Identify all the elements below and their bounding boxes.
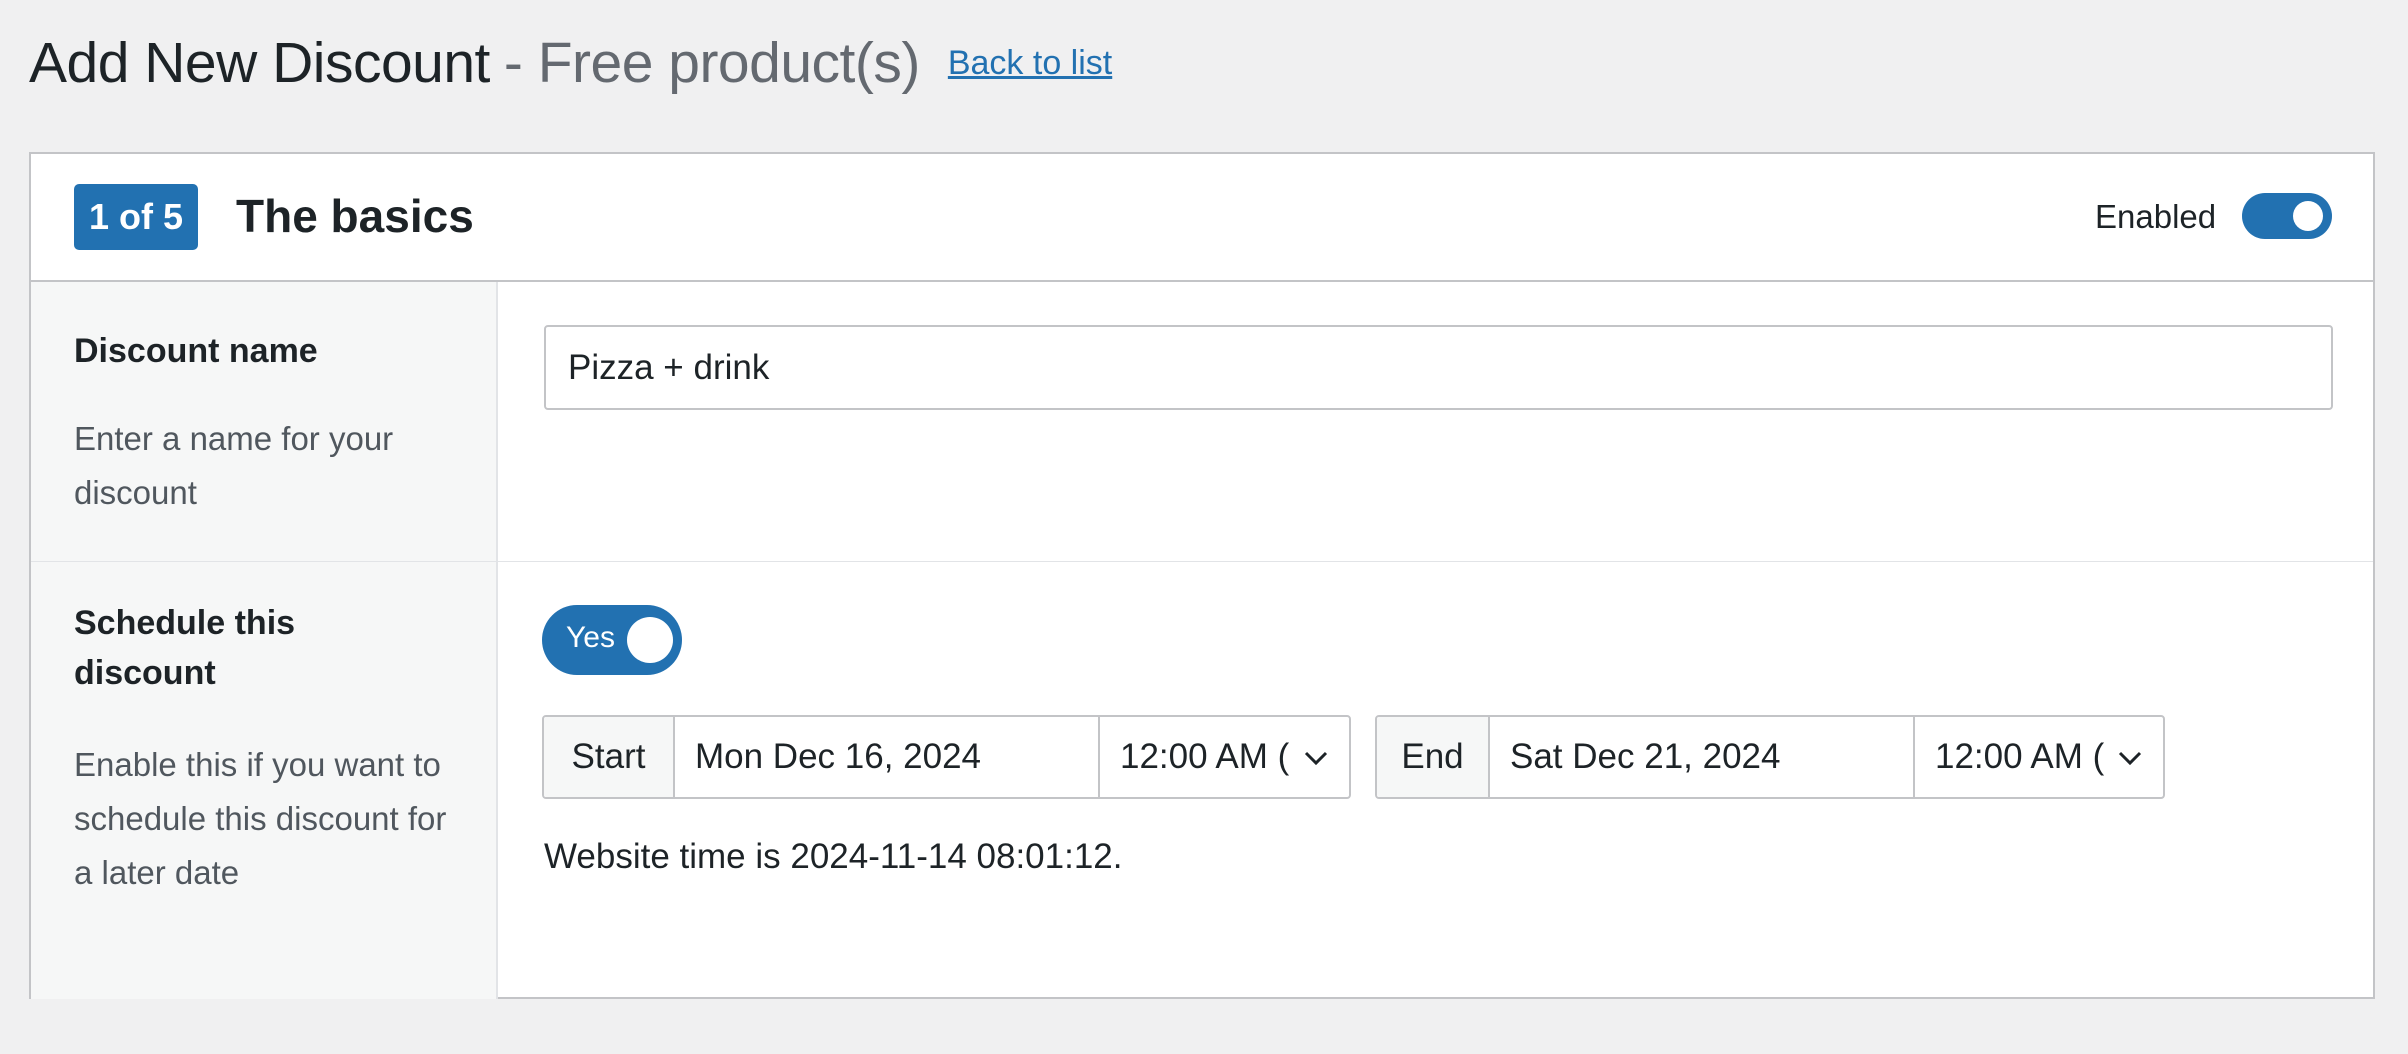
start-time-select[interactable]: 12:00 AM (	[1100, 717, 1349, 797]
page-subtitle: - Free product(s)	[503, 31, 920, 95]
discount-name-label: Discount name	[74, 332, 318, 370]
enabled-toggle[interactable]	[2242, 193, 2332, 239]
chevron-down-icon	[1304, 751, 1328, 766]
page-header: Add New Discount - Free product(s) Back …	[29, 30, 1112, 96]
start-date-input[interactable]: Mon Dec 16, 2024	[675, 717, 1100, 797]
discount-panel: 1 of 5 The basics Enabled Discount name …	[29, 152, 2375, 999]
schedule-description: Enable this if you want to schedule this…	[74, 746, 447, 891]
schedule-toggle-label: Yes	[566, 621, 615, 654]
toggle-knob	[2293, 201, 2323, 231]
discount-name-label-col: Discount name Enter a name for your disc…	[31, 282, 498, 561]
end-time-select[interactable]: 12:00 AM (	[1915, 717, 2163, 797]
enabled-label: Enabled	[2095, 198, 2217, 235]
section-title: The basics	[236, 190, 474, 242]
back-to-list-link[interactable]: Back to list	[948, 44, 1112, 83]
end-date-input[interactable]: Sat Dec 21, 2024	[1490, 717, 1915, 797]
schedule-toggle[interactable]: Yes	[542, 605, 682, 675]
chevron-down-icon	[2118, 751, 2142, 766]
end-addon: End	[1377, 717, 1490, 797]
schedule-label: Schedule this discount	[74, 604, 296, 692]
toggle-knob	[627, 617, 673, 663]
end-date-group: End Sat Dec 21, 2024 12:00 AM (	[1375, 715, 2165, 799]
discount-name-input[interactable]	[544, 325, 2333, 410]
start-addon: Start	[544, 717, 675, 797]
page-title: Add New Discount	[29, 31, 490, 95]
website-time: Website time is 2024-11-14 08:01:12.	[544, 837, 1123, 876]
schedule-label-col: Schedule this discount Enable this if yo…	[31, 562, 498, 999]
start-date-group: Start Mon Dec 16, 2024 12:00 AM (	[542, 715, 1351, 799]
schedule-row: Schedule this discount Enable this if yo…	[31, 562, 2373, 999]
discount-name-row: Discount name Enter a name for your disc…	[31, 282, 2373, 562]
discount-name-description: Enter a name for your discount	[74, 420, 394, 511]
start-time-value: 12:00 AM (	[1120, 737, 1290, 776]
panel-header: 1 of 5 The basics Enabled	[31, 154, 2373, 282]
end-time-value: 12:00 AM (	[1935, 737, 2105, 776]
step-badge: 1 of 5	[74, 184, 198, 250]
